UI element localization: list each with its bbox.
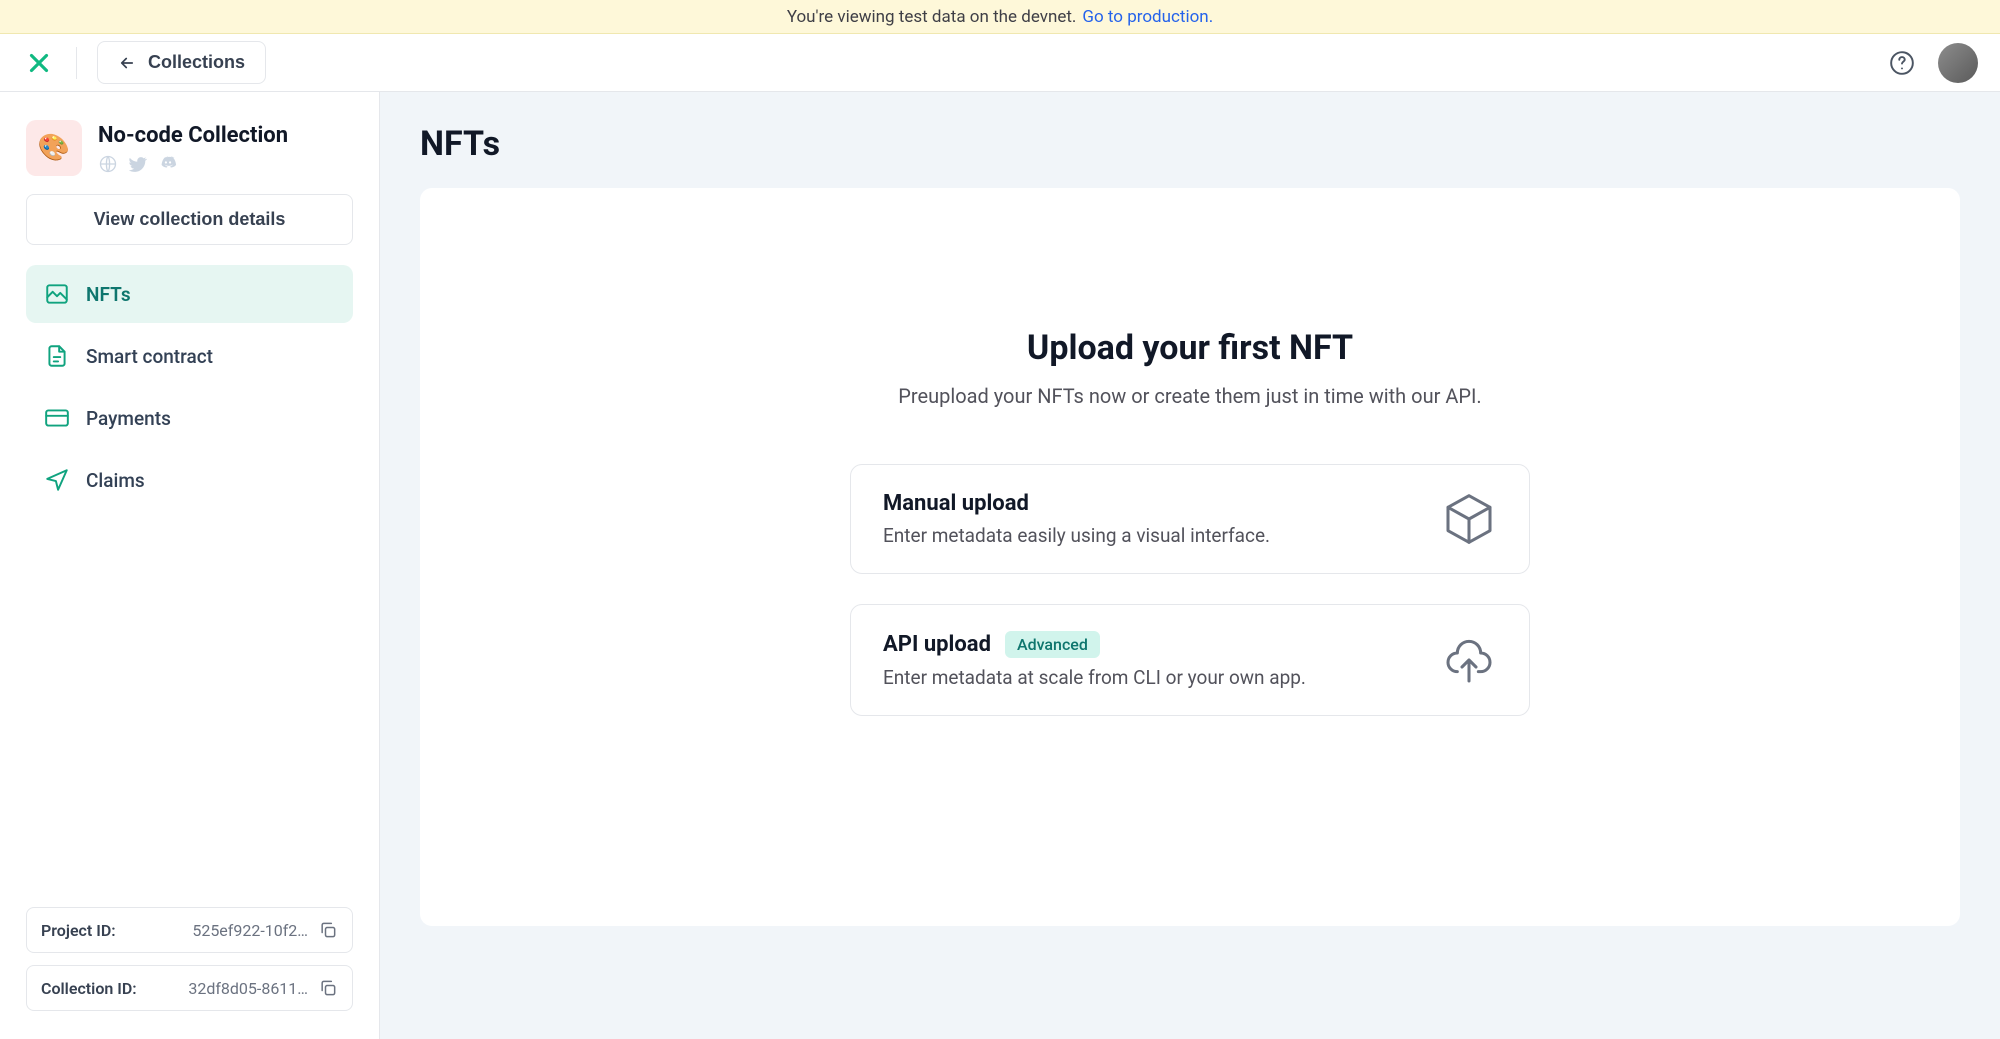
divider: [76, 47, 77, 79]
copy-icon[interactable]: [318, 920, 338, 940]
collection-header: 🎨 No-code Collection: [26, 120, 353, 176]
collection-avatar-icon: 🎨: [26, 120, 82, 176]
option-title: Manual upload: [883, 491, 1029, 516]
sidebar: 🎨 No-code Collection View collection det…: [0, 92, 380, 1039]
banner-text: You're viewing test data on the devnet.: [787, 7, 1077, 27]
website-icon[interactable]: [98, 154, 118, 174]
copy-icon[interactable]: [318, 978, 338, 998]
go-to-production-link[interactable]: Go to production.: [1082, 7, 1213, 27]
sidebar-item-label: Payments: [86, 407, 171, 430]
advanced-badge: Advanced: [1005, 631, 1100, 658]
option-description: Enter metadata easily using a visual int…: [883, 524, 1270, 547]
discord-icon[interactable]: [158, 154, 178, 174]
sidebar-item-label: NFTs: [86, 283, 131, 306]
collections-label: Collections: [148, 52, 245, 73]
arrow-left-icon: [118, 54, 136, 72]
collection-name: No-code Collection: [98, 123, 288, 148]
collection-id-label: Collection ID:: [41, 979, 137, 998]
sidebar-item-smart-contract[interactable]: Smart contract: [26, 327, 353, 385]
help-icon[interactable]: [1888, 49, 1916, 77]
sidebar-item-claims[interactable]: Claims: [26, 451, 353, 509]
twitter-icon[interactable]: [128, 154, 148, 174]
sidebar-item-payments[interactable]: Payments: [26, 389, 353, 447]
image-icon: [44, 281, 70, 307]
option-description: Enter metadata at scale from CLI or your…: [883, 666, 1306, 689]
collection-id-value: 32df8d05-8611…: [188, 979, 308, 998]
collection-social-icons: [98, 154, 288, 174]
empty-state-card: Upload your first NFT Preupload your NFT…: [420, 188, 1960, 926]
option-title: API upload: [883, 632, 991, 657]
empty-state-subheading: Preupload your NFTs now or create them j…: [898, 384, 1481, 408]
send-icon: [44, 467, 70, 493]
document-icon: [44, 343, 70, 369]
empty-state-heading: Upload your first NFT: [1027, 328, 1353, 368]
box-icon: [1441, 491, 1497, 547]
page-title: NFTs: [420, 124, 1960, 164]
sidebar-nav: NFTs Smart contract Payments Claims: [26, 265, 353, 509]
sidebar-item-label: Smart contract: [86, 345, 213, 368]
collections-back-button[interactable]: Collections: [97, 41, 266, 84]
cloud-upload-icon: [1441, 632, 1497, 688]
project-id-row: Project ID: 525ef922-10f2…: [26, 907, 353, 953]
api-upload-option[interactable]: API upload Advanced Enter metadata at sc…: [850, 604, 1530, 716]
user-avatar[interactable]: [1938, 43, 1978, 83]
credit-card-icon: [44, 405, 70, 431]
topbar: Collections: [0, 34, 2000, 92]
main-content: NFTs Upload your first NFT Preupload you…: [380, 92, 2000, 1039]
project-id-label: Project ID:: [41, 921, 116, 940]
devnet-banner: You're viewing test data on the devnet. …: [0, 0, 2000, 34]
manual-upload-option[interactable]: Manual upload Enter metadata easily usin…: [850, 464, 1530, 574]
sidebar-item-label: Claims: [86, 469, 145, 492]
view-collection-details-button[interactable]: View collection details: [26, 194, 353, 245]
app-logo-icon[interactable]: [22, 46, 56, 80]
collection-id-row: Collection ID: 32df8d05-8611…: [26, 965, 353, 1011]
sidebar-item-nfts[interactable]: NFTs: [26, 265, 353, 323]
project-id-value: 525ef922-10f2…: [192, 921, 308, 940]
sidebar-footer: Project ID: 525ef922-10f2… Collection ID…: [26, 907, 353, 1011]
